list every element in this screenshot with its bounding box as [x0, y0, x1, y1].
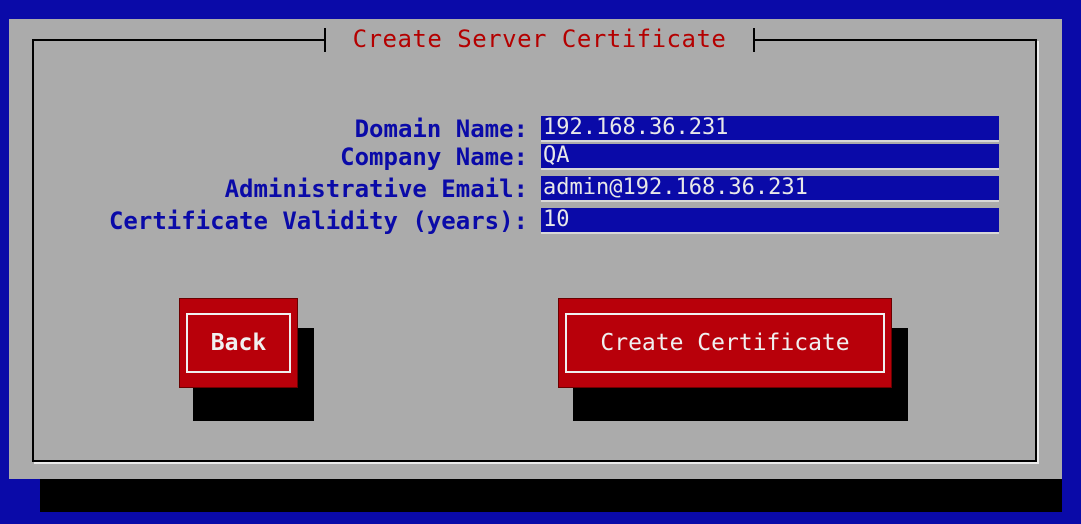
back-button[interactable]: Back — [179, 298, 298, 388]
frame-top-right-line — [755, 39, 1035, 41]
domain-name-input[interactable]: 192.168.36.231 — [541, 116, 999, 142]
back-button-label: Back — [186, 313, 291, 373]
company-name-input[interactable]: QA — [541, 144, 999, 170]
screen-background: Create Server Certificate Domain Name: 1… — [0, 0, 1081, 524]
create-certificate-button-label: Create Certificate — [565, 313, 885, 373]
admin-email-label: Administrative Email: — [224, 175, 528, 203]
dialog-title: Create Server Certificate — [352, 25, 727, 53]
dialog-shadow — [40, 478, 1062, 512]
frame-top-left-line — [32, 39, 324, 41]
admin-email-input[interactable]: admin@192.168.36.231 — [541, 176, 999, 202]
certificate-validity-input[interactable]: 10 — [541, 208, 999, 234]
domain-name-label: Domain Name: — [354, 115, 528, 143]
title-bracket-right — [753, 28, 755, 52]
company-name-label: Company Name: — [340, 143, 528, 171]
certificate-validity-label: Certificate Validity (years): — [108, 207, 528, 235]
create-certificate-button[interactable]: Create Certificate — [558, 298, 892, 388]
certificate-dialog: Create Server Certificate Domain Name: 1… — [9, 19, 1062, 479]
